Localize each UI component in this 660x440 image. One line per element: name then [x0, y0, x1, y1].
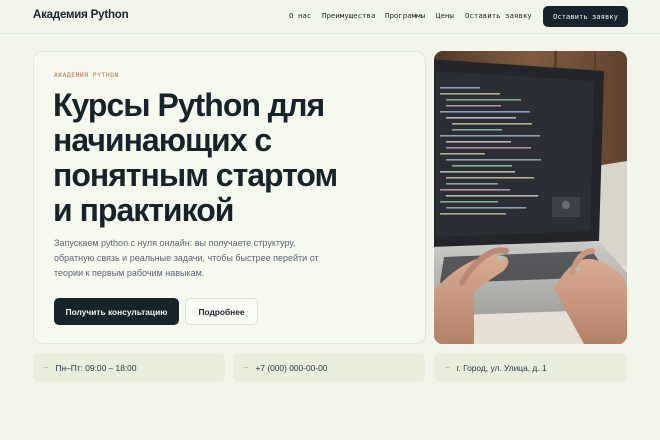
consultation-button[interactable]: Получить консультацию: [54, 298, 179, 325]
hero-description: Запускаем python с нуля онлайн: вы получ…: [54, 236, 324, 281]
site-header: Академия Python О нас Преимущества Прогр…: [0, 0, 660, 34]
dash-icon: –: [44, 363, 49, 372]
nav-link-prices[interactable]: Цены: [436, 11, 454, 20]
header-apply-button[interactable]: Оставить заявку: [543, 6, 628, 27]
hero-description-line: Запускаем python с нуля онлайн: вы получ…: [54, 238, 296, 248]
info-phone-text[interactable]: +7 (000) 000-00-00: [255, 363, 327, 373]
hero-description-line: обратную связь и реальные задачи, чтобы …: [54, 253, 319, 263]
info-hours: – Пн–Пт: 09:00 – 18:00: [33, 353, 225, 382]
site-logo[interactable]: Академия Python: [33, 9, 129, 21]
dash-icon: –: [244, 363, 249, 372]
hero-title: Курсы Python для начинающих с понятным с…: [53, 88, 383, 228]
nav-link-programs[interactable]: Программы: [385, 11, 425, 20]
dash-icon: –: [445, 363, 450, 372]
more-button[interactable]: Подробнее: [185, 298, 258, 325]
hero-photo-laptop: [434, 51, 627, 344]
nav-link-about[interactable]: О нас: [289, 11, 311, 20]
hero-title-line: и практикой: [53, 192, 234, 228]
nav-link-advantages[interactable]: Преимущества: [322, 11, 375, 20]
hero-title-line: начинающих с: [53, 122, 272, 158]
hero-title-line: Курсы Python для: [53, 87, 325, 123]
hero-description-line: теории к первым рабочим навыкам.: [54, 268, 205, 278]
hero-title-line: понятным стартом: [53, 157, 338, 193]
info-phone: – +7 (000) 000-00-00: [233, 353, 425, 382]
hero-card: АКАДЕМИЯ PYTHON Курсы Python для начинаю…: [33, 51, 426, 344]
nav-link-apply[interactable]: Оставить заявку: [465, 11, 532, 20]
info-address: – г. Город, ул. Улица, д. 1: [434, 353, 627, 382]
info-hours-text: Пн–Пт: 09:00 – 18:00: [55, 362, 137, 373]
hero-eyebrow: АКАДЕМИЯ PYTHON: [54, 72, 119, 79]
info-address-text: г. Город, ул. Улица, д. 1: [456, 362, 547, 373]
